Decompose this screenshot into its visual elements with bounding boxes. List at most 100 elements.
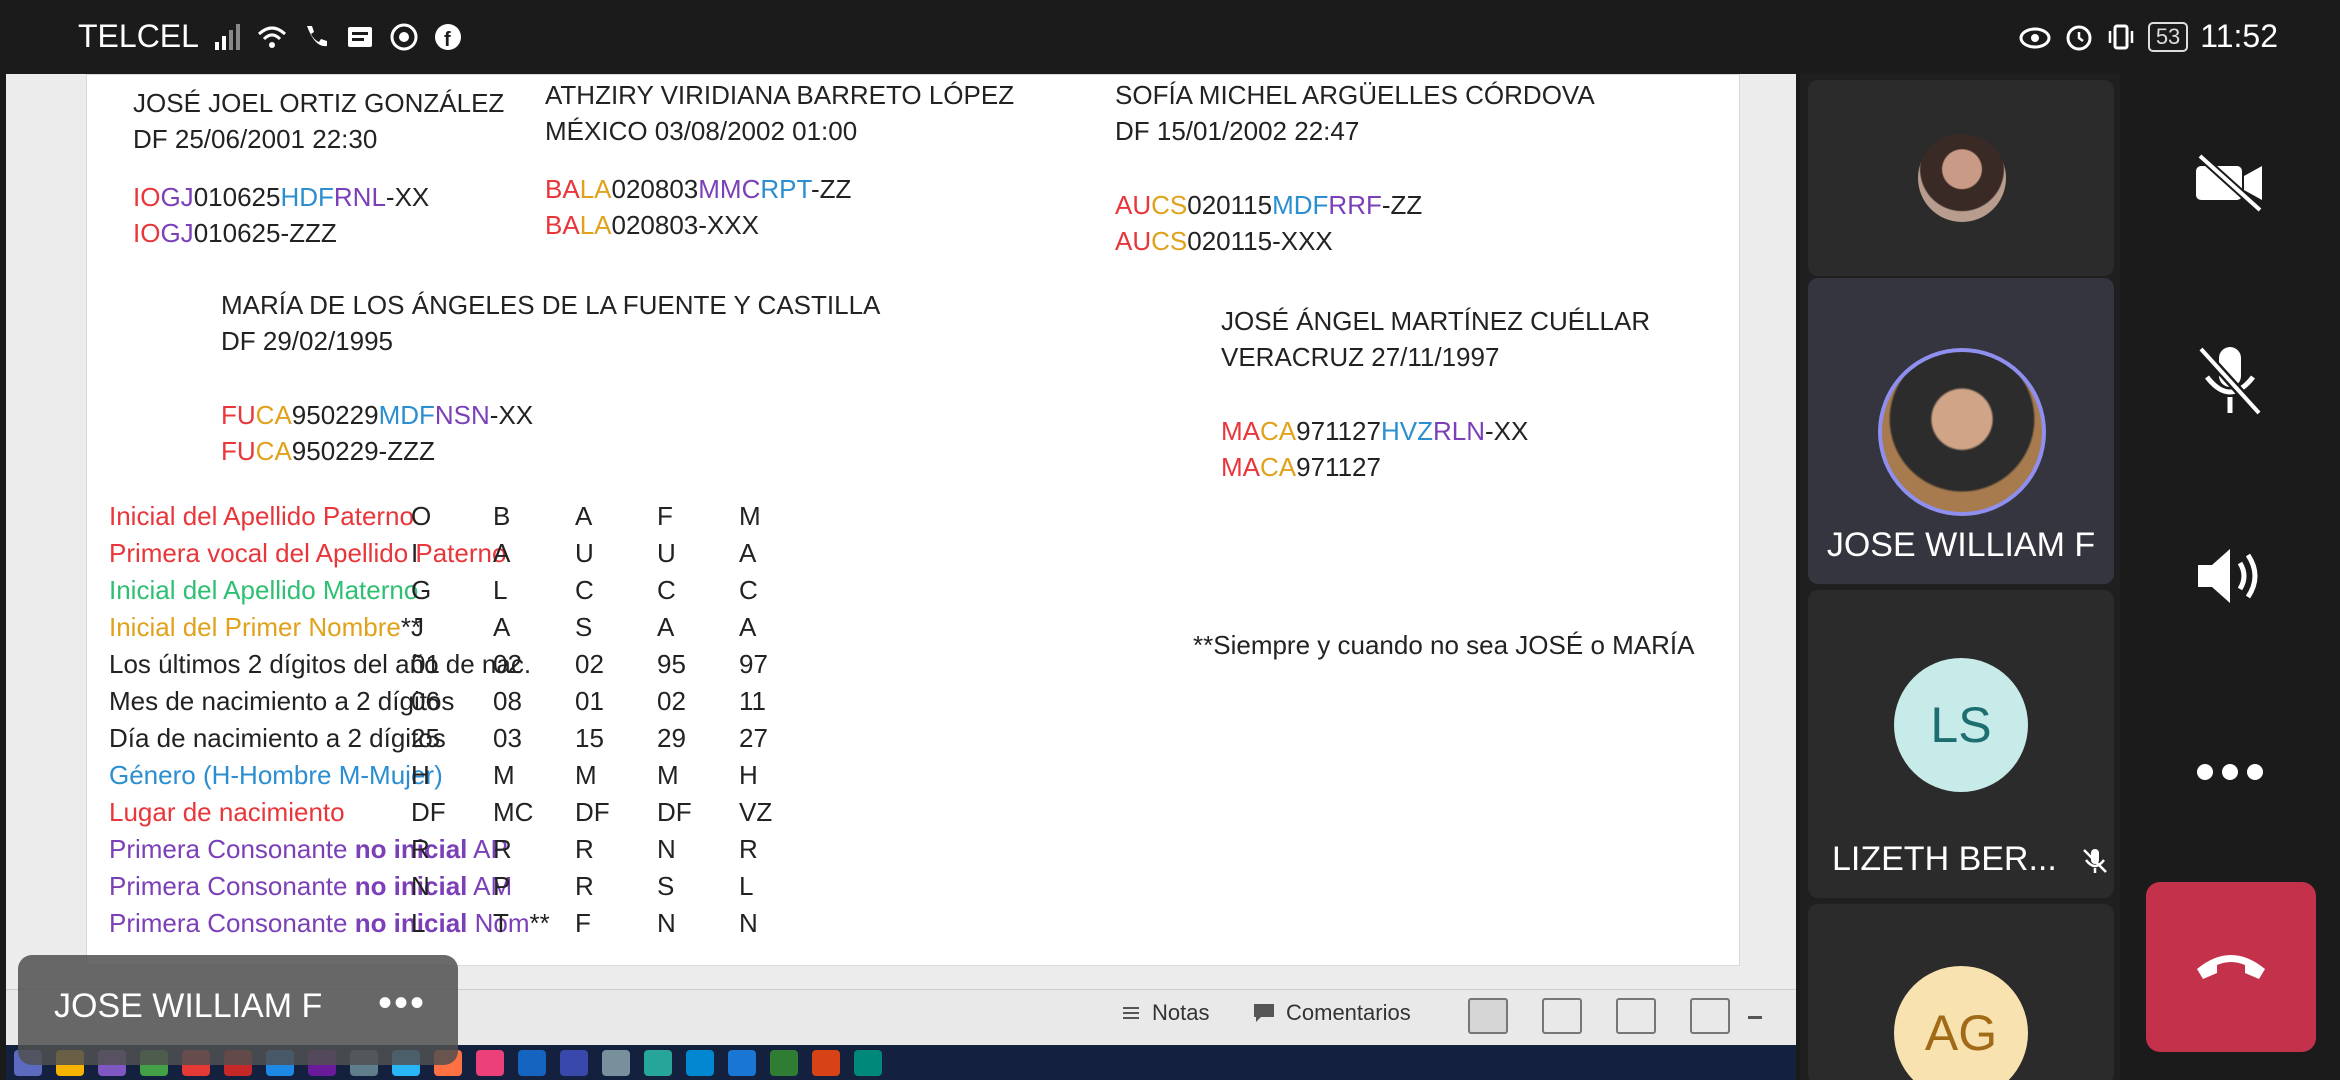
more-icon[interactable]: ••• bbox=[378, 981, 426, 1026]
message-icon bbox=[347, 26, 372, 47]
person-name: JOSÉ JOEL ORTIZ GONZÁLEZ bbox=[133, 88, 505, 118]
table-cell: G bbox=[411, 575, 432, 605]
avatar: AG bbox=[1894, 966, 2028, 1080]
row-label: Primera Consonante no inicial Nom** bbox=[109, 908, 550, 938]
whatsapp-icon bbox=[390, 23, 418, 50]
table-cell: DF bbox=[575, 797, 610, 827]
table-cell: 03 bbox=[493, 723, 522, 753]
table-cell: H bbox=[739, 760, 758, 790]
comments-button[interactable]: Comentarios bbox=[1252, 1000, 1411, 1026]
table-cell: S bbox=[575, 612, 593, 642]
camera-toggle-button[interactable] bbox=[2180, 132, 2280, 232]
mic-toggle-button[interactable] bbox=[2180, 330, 2280, 430]
table-cell: R bbox=[493, 834, 512, 864]
word-icon[interactable] bbox=[728, 1049, 756, 1076]
table-cell: A bbox=[493, 538, 511, 568]
person-code: FUCA950229MDFNSN-XX bbox=[221, 400, 534, 430]
app-icon[interactable] bbox=[476, 1049, 504, 1076]
table-cell: M bbox=[739, 501, 761, 531]
participant-name: LIZETH BER... bbox=[1832, 840, 2057, 878]
table-cell: 97 bbox=[739, 649, 768, 679]
table-cell: U bbox=[575, 538, 594, 568]
vscode-icon[interactable] bbox=[686, 1049, 714, 1076]
person-code-short: IOGJ010625-ZZZ bbox=[133, 218, 337, 248]
reading-view-button[interactable] bbox=[1616, 998, 1656, 1034]
app-icon[interactable] bbox=[518, 1049, 546, 1076]
clock: 11:52 bbox=[2200, 18, 2278, 54]
participant-tile[interactable]: LS LIZETH BER... bbox=[1808, 590, 2114, 898]
table-cell: VZ bbox=[739, 797, 773, 827]
table-cell: 95 bbox=[657, 649, 686, 679]
table-cell: R bbox=[411, 834, 430, 864]
camera-off-icon bbox=[2196, 153, 2263, 212]
table-cell: M bbox=[575, 760, 597, 790]
app-icon[interactable] bbox=[644, 1049, 672, 1076]
slide-sorter-button[interactable] bbox=[1542, 998, 1582, 1034]
alarm-icon bbox=[2066, 25, 2092, 50]
table-cell: 27 bbox=[739, 723, 768, 753]
row-label: Lugar de nacimiento bbox=[109, 797, 345, 827]
avatar bbox=[1918, 134, 2006, 222]
table-cell: N bbox=[657, 908, 676, 938]
person-date: DF 29/02/1995 bbox=[221, 326, 394, 356]
person-code: IOGJ010625HDFRNL-XX bbox=[133, 182, 430, 212]
speaker-button[interactable] bbox=[2180, 526, 2280, 626]
speaker-icon bbox=[2198, 549, 2258, 603]
comments-label: Comentarios bbox=[1286, 1000, 1411, 1025]
table-cell: R bbox=[575, 834, 594, 864]
app-icon[interactable] bbox=[602, 1049, 630, 1076]
hangup-icon bbox=[2197, 955, 2265, 979]
table-cell: 01 bbox=[411, 649, 440, 679]
table-cell: A bbox=[739, 538, 757, 568]
powerpoint-icon[interactable] bbox=[812, 1049, 840, 1076]
table-cell: 02 bbox=[493, 649, 522, 679]
normal-view-button[interactable] bbox=[1468, 998, 1508, 1034]
svg-text:f: f bbox=[444, 29, 451, 51]
table-cell: F bbox=[575, 908, 591, 938]
person-code: AUCS020115MDFRRF-ZZ bbox=[1115, 190, 1423, 220]
presenter-name: JOSE WILLIAM F bbox=[54, 987, 323, 1025]
table-cell: O bbox=[411, 501, 432, 531]
slideshow-button[interactable] bbox=[1690, 998, 1730, 1034]
table-cell: C bbox=[575, 575, 594, 605]
row-label: Día de nacimiento a 2 dígitos bbox=[109, 723, 446, 753]
hangup-button[interactable] bbox=[2146, 882, 2316, 1052]
participant-tile[interactable] bbox=[1808, 80, 2114, 276]
table-cell: DF bbox=[411, 797, 446, 827]
person-name: ATHZIRY VIRIDIANA BARRETO LÓPEZ bbox=[545, 80, 1015, 110]
footnote: **Siempre y cuando no sea JOSÉ o MARÍA bbox=[1193, 630, 1695, 660]
table-cell: U bbox=[657, 538, 676, 568]
notes-button[interactable]: Notas bbox=[1120, 1000, 1209, 1026]
table-cell: 11 bbox=[739, 686, 766, 716]
table-cell: N bbox=[657, 834, 676, 864]
presenter-label[interactable]: JOSE WILLIAM F ••• bbox=[18, 955, 458, 1065]
table-cell: R bbox=[575, 871, 594, 901]
table-cell: DF bbox=[657, 797, 692, 827]
person-code-short: MACA971127 bbox=[1221, 452, 1381, 482]
excel-icon[interactable] bbox=[770, 1049, 798, 1076]
participant-tile[interactable]: JOSE WILLIAM F bbox=[1808, 278, 2114, 584]
participant-tile[interactable]: AG bbox=[1808, 904, 2114, 1080]
table-cell: B bbox=[493, 501, 511, 531]
person-date: DF 15/01/2002 22:47 bbox=[1115, 116, 1360, 146]
mic-off-icon bbox=[2083, 849, 2107, 873]
project-icon[interactable] bbox=[854, 1049, 882, 1076]
row-label: Inicial del Apellido Materno bbox=[109, 575, 419, 605]
more-icon bbox=[2197, 764, 2263, 780]
table-cell: L bbox=[411, 908, 426, 938]
table-cell: M bbox=[657, 760, 679, 790]
more-options-button[interactable] bbox=[2180, 722, 2280, 822]
table-cell: L bbox=[739, 871, 754, 901]
table-cell: P bbox=[493, 871, 511, 901]
person-date: VERACRUZ 27/11/1997 bbox=[1221, 342, 1500, 372]
table-cell: 15 bbox=[575, 723, 604, 753]
app-icon[interactable] bbox=[560, 1049, 588, 1076]
person-date: MÉXICO 03/08/2002 01:00 bbox=[545, 116, 858, 146]
notes-icon bbox=[1123, 1007, 1139, 1019]
person-code-short: FUCA950229-ZZZ bbox=[221, 436, 435, 466]
person-code: BALA020803MMCRPT-ZZ bbox=[545, 174, 852, 204]
table-cell: M bbox=[493, 760, 515, 790]
table-cell: C bbox=[657, 575, 676, 605]
vibrate-icon bbox=[2108, 24, 2134, 49]
zoom-out-icon[interactable] bbox=[1748, 1016, 1762, 1019]
